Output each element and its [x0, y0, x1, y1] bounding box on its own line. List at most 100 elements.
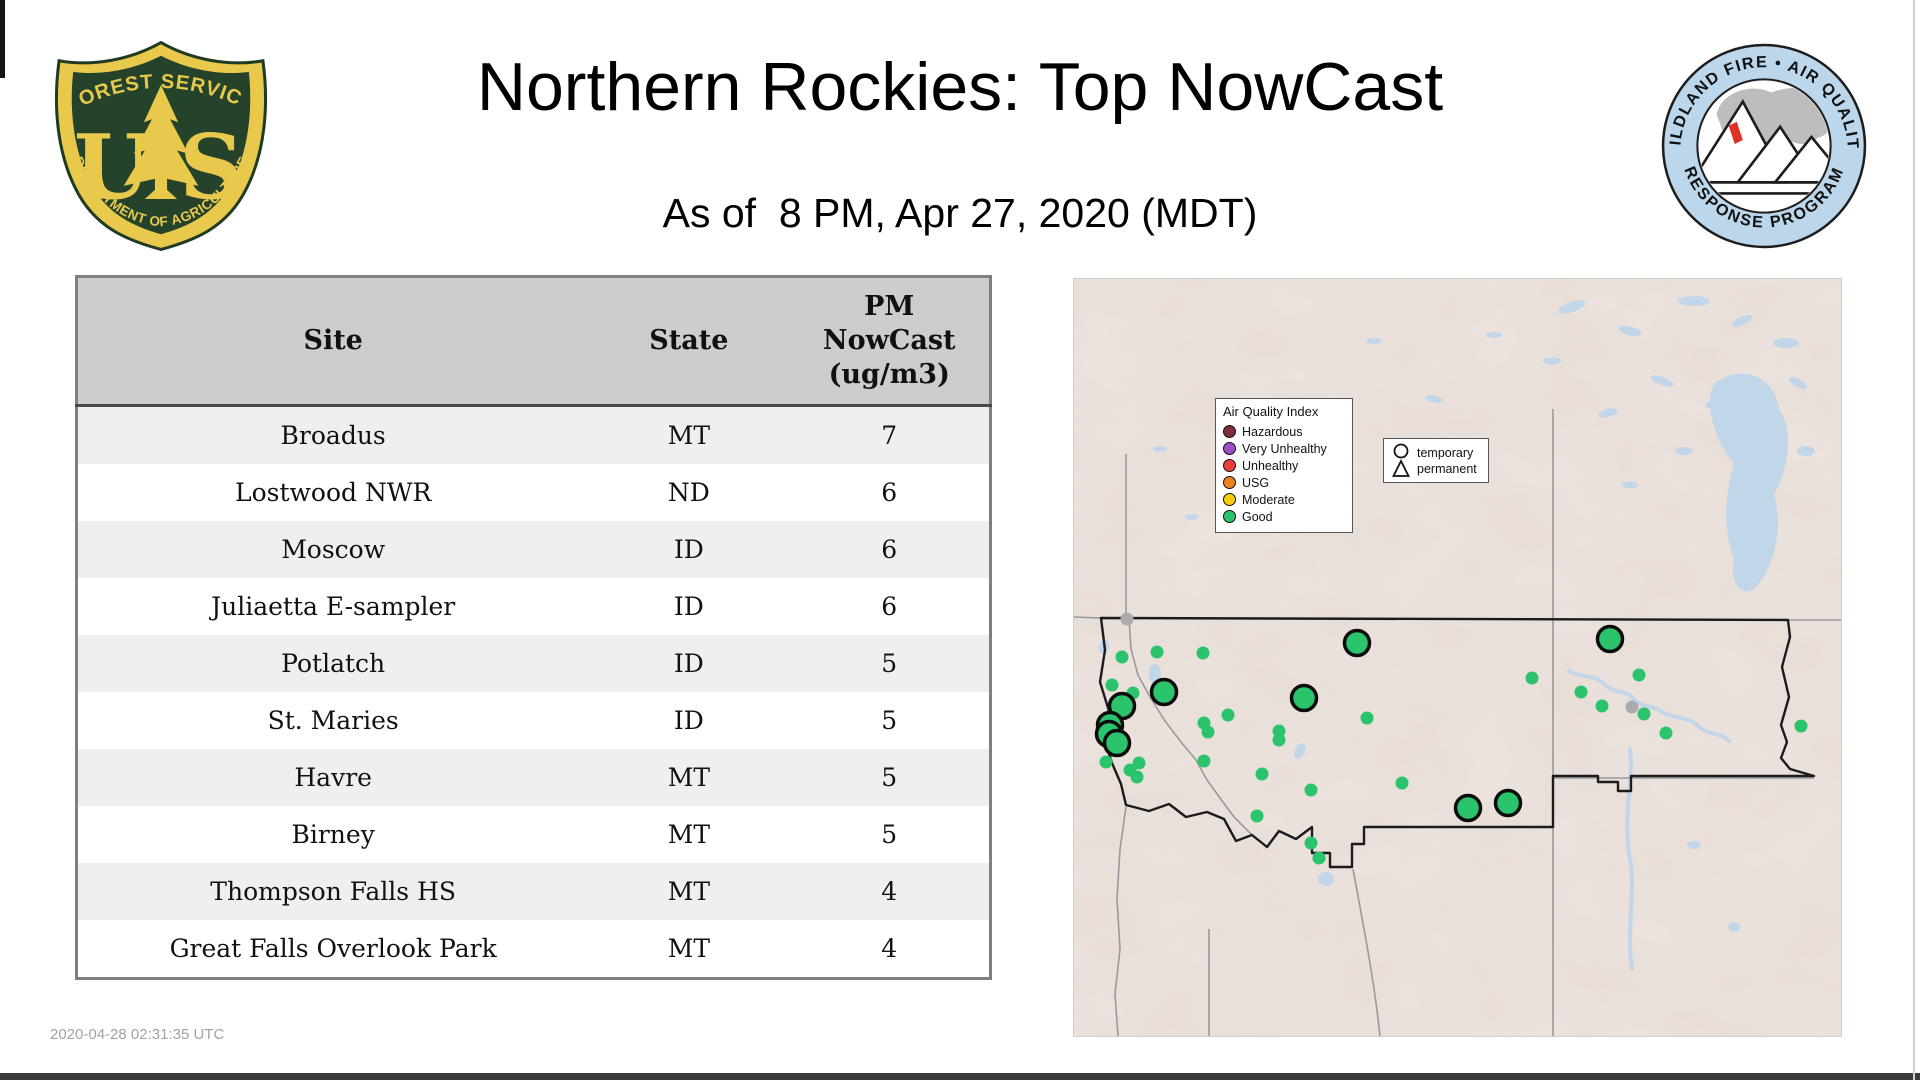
- legend-color-dot: [1223, 493, 1236, 506]
- monitor-marker-permanent: [1660, 727, 1673, 740]
- legend-color-dot: [1223, 510, 1236, 523]
- legend-item-label: USG: [1242, 476, 1269, 490]
- monitor-marker-permanent: [1251, 810, 1264, 823]
- state-cell: MT: [588, 806, 789, 863]
- monitor-marker-permanent: [1313, 852, 1326, 865]
- symbol-glyphs: [1390, 443, 1412, 478]
- legend-item: Good: [1223, 508, 1345, 525]
- monitor-marker-temporary: [1496, 791, 1521, 816]
- table-row: Great Falls Overlook ParkMT4: [77, 920, 991, 979]
- page-bottom-bar: [0, 1073, 1920, 1080]
- site-cell: Broadus: [77, 406, 589, 465]
- col-header-state: State: [588, 277, 789, 406]
- monitor-marker-inactive: [1626, 701, 1639, 714]
- monitor-marker-permanent: [1273, 734, 1286, 747]
- legend-item-label: Very Unhealthy: [1242, 442, 1327, 456]
- legend-item: Moderate: [1223, 491, 1345, 508]
- monitor-marker-inactive: [1121, 613, 1134, 626]
- site-cell: Moscow: [77, 521, 589, 578]
- value-cell: 6: [789, 521, 990, 578]
- monitor-marker-permanent: [1596, 700, 1609, 713]
- wfaqrp-badge-icon: WILDLAND FIRE • AIR QUALITY RESPONSE PRO…: [1658, 40, 1870, 252]
- monitor-marker-permanent: [1151, 646, 1164, 659]
- state-cell: MT: [588, 863, 789, 920]
- monitor-map: Air Quality Index Hazardous Very Unhealth…: [1073, 278, 1842, 1037]
- state-cell: ID: [588, 692, 789, 749]
- state-cell: ID: [588, 635, 789, 692]
- table-row: Juliaetta E-samplerID6: [77, 578, 991, 635]
- legend-item-label: Moderate: [1242, 493, 1295, 507]
- value-cell: 5: [789, 635, 990, 692]
- legend-item-label: Good: [1242, 510, 1273, 524]
- monitor-marker-temporary: [1598, 627, 1623, 652]
- legend-color-dot: [1223, 425, 1236, 438]
- monitor-marker-permanent: [1396, 777, 1409, 790]
- monitor-marker-temporary: [1105, 731, 1130, 756]
- table-row: BroadusMT7: [77, 406, 991, 465]
- table-row: Thompson Falls HSMT4: [77, 863, 991, 920]
- col-header-site: Site: [77, 277, 589, 406]
- site-cell: St. Maries: [77, 692, 589, 749]
- value-cell: 4: [789, 920, 990, 979]
- symbol-label-temporary: temporary: [1417, 445, 1477, 461]
- monitor-marker-permanent: [1106, 679, 1119, 692]
- legend-item: USG: [1223, 474, 1345, 491]
- monitor-marker-temporary: [1456, 796, 1481, 821]
- temporary-symbol-icon: [1395, 445, 1408, 458]
- state-cell: MT: [588, 749, 789, 806]
- monitor-marker-temporary: [1152, 680, 1177, 705]
- monitor-marker-temporary: [1345, 631, 1370, 656]
- monitor-marker-permanent: [1197, 647, 1210, 660]
- legend-color-dot: [1223, 476, 1236, 489]
- site-cell: Potlatch: [77, 635, 589, 692]
- monitor-marker-temporary: [1292, 686, 1317, 711]
- legend-item: Hazardous: [1223, 423, 1345, 440]
- value-cell: 5: [789, 806, 990, 863]
- state-cell: ID: [588, 578, 789, 635]
- site-cell: Lostwood NWR: [77, 464, 589, 521]
- monitor-marker-permanent: [1638, 708, 1651, 721]
- report-page: FOREST SERVICE DEPARTMENT OF AGRICULTURE…: [0, 0, 1920, 1080]
- legend-item: Unhealthy: [1223, 457, 1345, 474]
- monitor-marker-permanent: [1198, 755, 1211, 768]
- state-cell: ND: [588, 464, 789, 521]
- monitor-marker-permanent: [1116, 651, 1129, 664]
- aqi-legend-title: Air Quality Index: [1223, 404, 1345, 419]
- table-row: MoscowID6: [77, 521, 991, 578]
- monitor-marker-permanent: [1305, 837, 1318, 850]
- value-cell: 6: [789, 578, 990, 635]
- col-header-pm-nowcast: PM NowCast (ug/m3): [789, 277, 990, 406]
- site-cell: Birney: [77, 806, 589, 863]
- legend-item-label: Unhealthy: [1242, 459, 1298, 473]
- site-cell: Thompson Falls HS: [77, 863, 589, 920]
- table-row: St. MariesID5: [77, 692, 991, 749]
- page-right-edge: [1913, 0, 1915, 1080]
- aqi-legend: Air Quality Index Hazardous Very Unhealth…: [1215, 398, 1353, 533]
- site-cell: Havre: [77, 749, 589, 806]
- nowcast-table: Site State PM NowCast (ug/m3) BroadusMT7…: [75, 275, 992, 980]
- monitor-marker-permanent: [1202, 726, 1215, 739]
- symbol-legend: temporary permanent: [1383, 438, 1489, 483]
- monitor-marker-permanent: [1131, 771, 1144, 784]
- site-cell: Great Falls Overlook Park: [77, 920, 589, 979]
- page-subtitle: As of 8 PM, Apr 27, 2020 (MDT): [0, 190, 1920, 237]
- value-cell: 7: [789, 406, 990, 465]
- legend-color-dot: [1223, 459, 1236, 472]
- value-cell: 5: [789, 749, 990, 806]
- map-canvas: [1074, 279, 1841, 1036]
- monitor-marker-permanent: [1633, 669, 1646, 682]
- table-row: HavreMT5: [77, 749, 991, 806]
- value-cell: 6: [789, 464, 990, 521]
- generated-timestamp: 2020-04-28 02:31:35 UTC: [50, 1026, 224, 1043]
- monitor-marker-permanent: [1222, 709, 1235, 722]
- state-cell: MT: [588, 920, 789, 979]
- table-row: BirneyMT5: [77, 806, 991, 863]
- legend-color-dot: [1223, 442, 1236, 455]
- table-body: BroadusMT7Lostwood NWRND6MoscowID6Juliae…: [77, 406, 991, 979]
- monitor-marker-permanent: [1526, 672, 1539, 685]
- monitor-marker-permanent: [1100, 756, 1113, 769]
- table-row: Lostwood NWRND6: [77, 464, 991, 521]
- legend-item-label: Hazardous: [1242, 425, 1302, 439]
- page-title: Northern Rockies: Top NowCast: [0, 48, 1920, 126]
- site-cell: Juliaetta E-sampler: [77, 578, 589, 635]
